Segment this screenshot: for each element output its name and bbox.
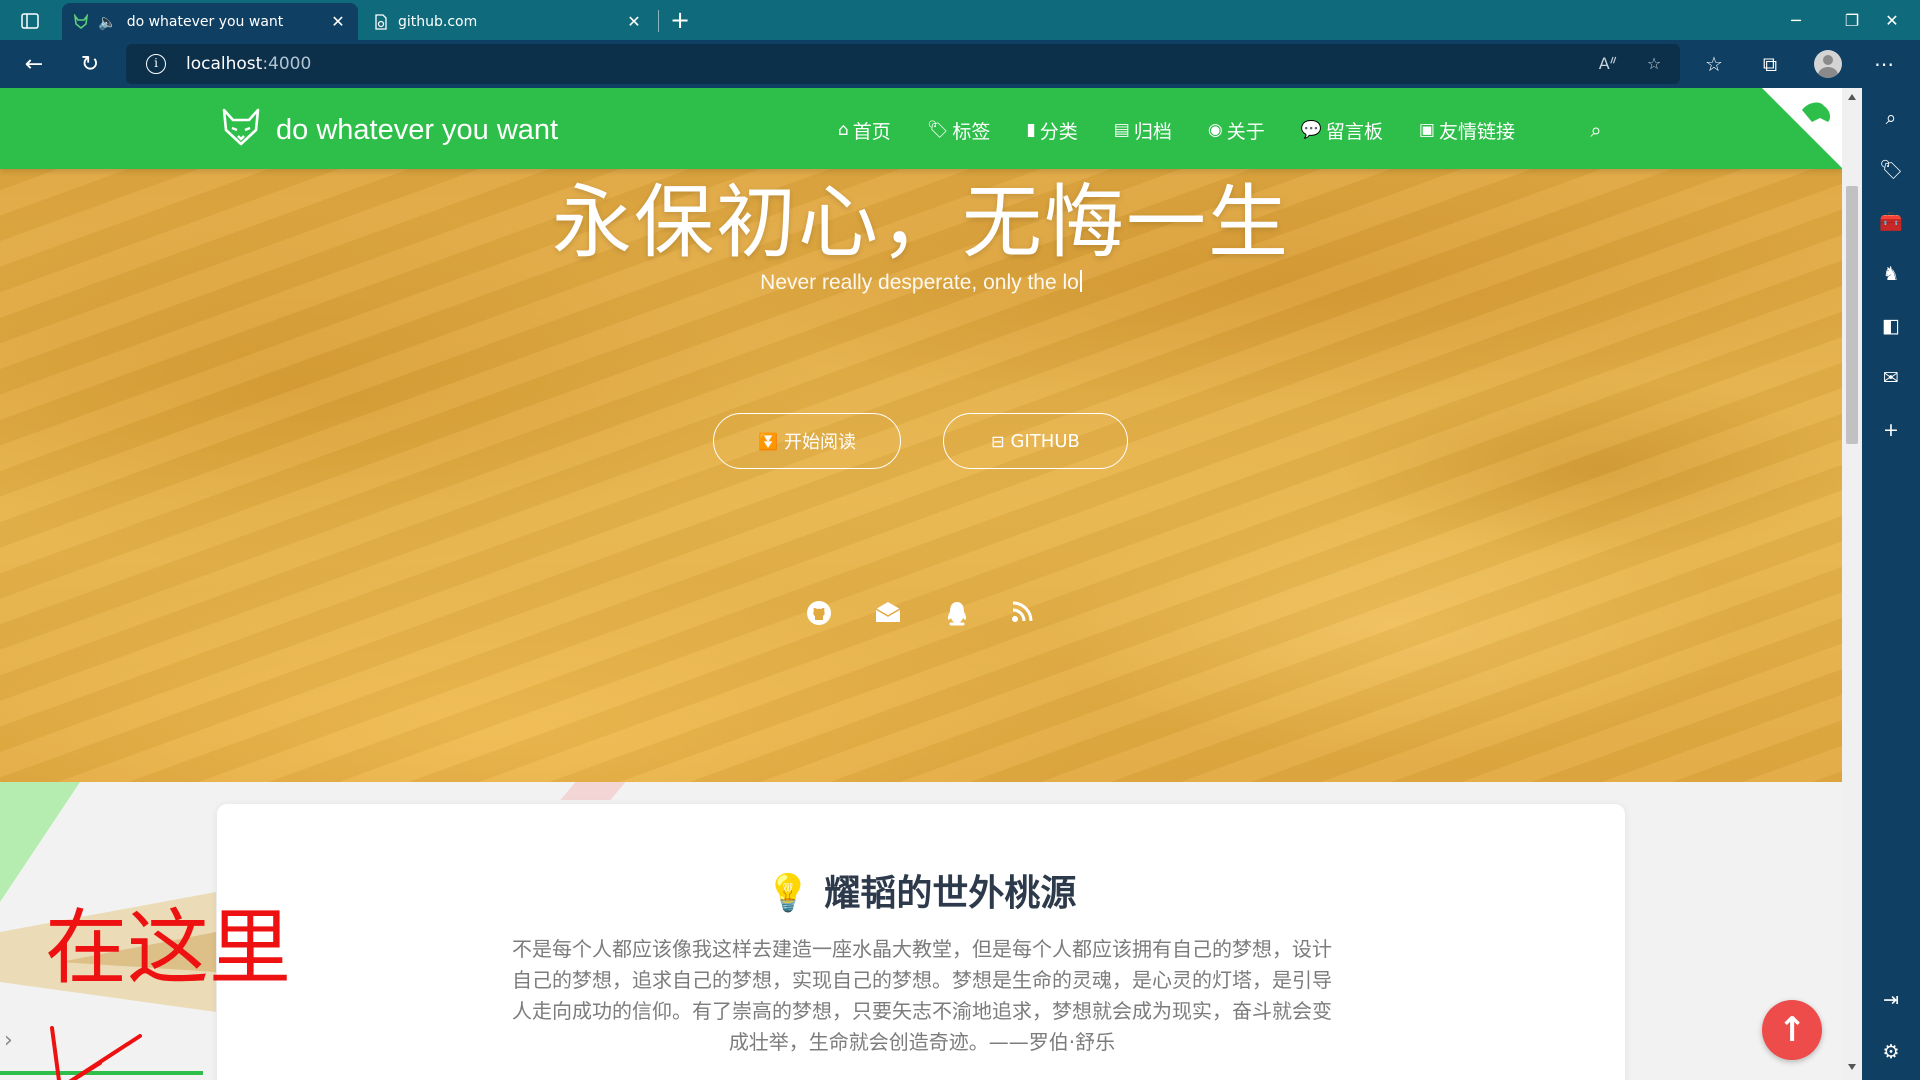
lightbulb-icon: 💡	[765, 873, 811, 914]
site-header: do whatever you want ⌂ 首页 🏷 标签 ▮ 分类 ▤ 归档 ◉ 关于…	[0, 88, 1842, 169]
home-icon: ⌂	[838, 120, 849, 140]
hero-title: 永保初心，无悔一生	[552, 176, 1290, 269]
site-info-icon[interactable]: i	[146, 54, 166, 74]
outlook-icon[interactable]: ✉	[1877, 364, 1905, 392]
refresh-icon[interactable]: ↻	[74, 48, 106, 80]
browser-toolbar: ← ↻ i localhost:4000 Aᐥ ☆ ☆ ⧉ ⋯	[0, 40, 1920, 88]
minimize-icon[interactable]: ─	[1768, 0, 1824, 40]
speaker-icon[interactable]: 🔈	[98, 13, 117, 31]
url-text[interactable]: localhost:4000	[186, 54, 311, 74]
menu-item-categories[interactable]: ▮ 分类	[1026, 116, 1077, 144]
scroll-down-icon[interactable]	[1848, 1064, 1856, 1070]
back-icon[interactable]: ←	[18, 48, 50, 80]
main-menu: ⌂ 首页 🏷 标签 ▮ 分类 ▤ 归档 ◉ 关于 💬 留言板 ▣ 友情链接	[838, 116, 1551, 144]
hero-subtitle: Never really desperate, only the lo	[0, 270, 1842, 295]
tab-do-whatever[interactable]: 🔈 do whatever you want ✕	[62, 3, 358, 40]
angle-double-down-icon: ⏬	[758, 431, 778, 451]
add-app-icon[interactable]: +	[1877, 416, 1905, 444]
menu-item-links[interactable]: ▣ 友情链接	[1419, 116, 1515, 144]
back-to-top-button[interactable]: ↑	[1762, 1000, 1822, 1060]
new-tab-icon[interactable]: +	[666, 6, 694, 34]
close-tab-icon[interactable]: ✕	[328, 12, 348, 31]
browser-sidebar: ⌕ 🏷 🧰 ♞ ◧ ✉ + ⇥ ⚙	[1862, 88, 1920, 1080]
fox-logo-icon[interactable]	[220, 106, 262, 148]
qq-icon[interactable]	[942, 600, 972, 630]
site-title[interactable]: do whatever you want	[276, 114, 558, 147]
github-icon[interactable]	[804, 600, 834, 630]
tab-github[interactable]: github.com ✕	[362, 3, 654, 40]
menu-item-home[interactable]: ⌂ 首页	[838, 116, 891, 144]
collections-icon[interactable]: ⧉	[1756, 50, 1784, 78]
shopping-tag-icon[interactable]: 🏷	[1877, 156, 1905, 184]
archive-icon: ▤	[1113, 120, 1130, 140]
page-sync-icon	[372, 13, 390, 31]
github-button[interactable]: ⊟ GITHUB	[943, 413, 1128, 469]
intro-card: 💡 耀韬的世外桃源 不是每个人都应该像我这样去建造一座水晶大教堂，但是每个人都应该…	[217, 804, 1625, 1080]
tab-title: do whatever you want	[126, 13, 284, 30]
menu-item-guestbook[interactable]: 💬 留言板	[1301, 116, 1383, 144]
email-icon[interactable]	[873, 600, 903, 630]
menu-item-archives[interactable]: ▤ 归档	[1114, 116, 1172, 144]
search-icon[interactable]: ⌕	[1584, 118, 1608, 142]
scroll-up-icon[interactable]	[1848, 94, 1856, 100]
tab-title: github.com	[398, 13, 478, 30]
favorites-icon[interactable]: ☆	[1700, 50, 1728, 78]
start-reading-button[interactable]: ⏬ 开始阅读	[713, 413, 901, 469]
svg-text:在这里: 在这里	[45, 901, 291, 996]
card-text: 不是每个人都应该像我这样去建造一座水晶大教堂，但是每个人都应该拥有自己的梦想，设…	[512, 937, 1332, 1054]
sidebar-collapse-icon[interactable]: ⇥	[1877, 986, 1905, 1014]
close-window-icon[interactable]: ✕	[1864, 0, 1920, 40]
page-viewport: do whatever you want ⌂ 首页 🏷 标签 ▮ 分类 ▤ 归档 ◉ 关于…	[0, 88, 1842, 1080]
chevron-right-icon[interactable]: ›	[4, 1028, 13, 1053]
bookmark-icon: ▮	[1026, 120, 1036, 140]
close-tab-icon[interactable]: ✕	[624, 12, 644, 31]
github-corner-icon[interactable]	[1762, 88, 1842, 168]
card-title: 💡 耀韬的世外桃源	[765, 873, 1077, 914]
address-bar[interactable]: i localhost:4000 Aᐥ ☆	[126, 44, 1680, 84]
settings-gear-icon[interactable]: ⚙	[1877, 1038, 1905, 1066]
toolbox-icon[interactable]: 🧰	[1877, 208, 1905, 236]
add-favorite-icon[interactable]: ☆	[1642, 52, 1666, 76]
office-icon[interactable]: ◧	[1877, 312, 1905, 340]
profile-avatar[interactable]	[1814, 50, 1842, 78]
menu-item-about[interactable]: ◉ 关于	[1208, 116, 1265, 144]
handwritten-annotation: 在这里	[45, 901, 291, 1080]
games-icon[interactable]: ♞	[1877, 260, 1905, 288]
tab-bar: 🔈 do whatever you want ✕ github.com ✕ + …	[0, 0, 1920, 40]
user-circle-icon: ◉	[1207, 120, 1223, 140]
scroll-thumb[interactable]	[1846, 186, 1858, 444]
rss-icon[interactable]	[1007, 600, 1037, 630]
menu-item-tags[interactable]: 🏷 标签	[927, 116, 991, 144]
tab-separator	[658, 10, 659, 32]
tags-icon: 🏷	[926, 120, 949, 140]
fox-logo-icon	[72, 13, 90, 31]
page-scrollbar[interactable]	[1842, 88, 1862, 1080]
comments-icon: 💬	[1300, 120, 1322, 140]
more-menu-icon[interactable]: ⋯	[1870, 50, 1898, 78]
tab-actions-icon[interactable]	[14, 8, 46, 34]
github-alt-icon: ⊟	[991, 431, 1005, 451]
search-icon[interactable]: ⌕	[1877, 104, 1905, 132]
read-aloud-icon[interactable]: Aᐥ	[1596, 52, 1620, 76]
address-book-icon: ▣	[1418, 120, 1435, 140]
